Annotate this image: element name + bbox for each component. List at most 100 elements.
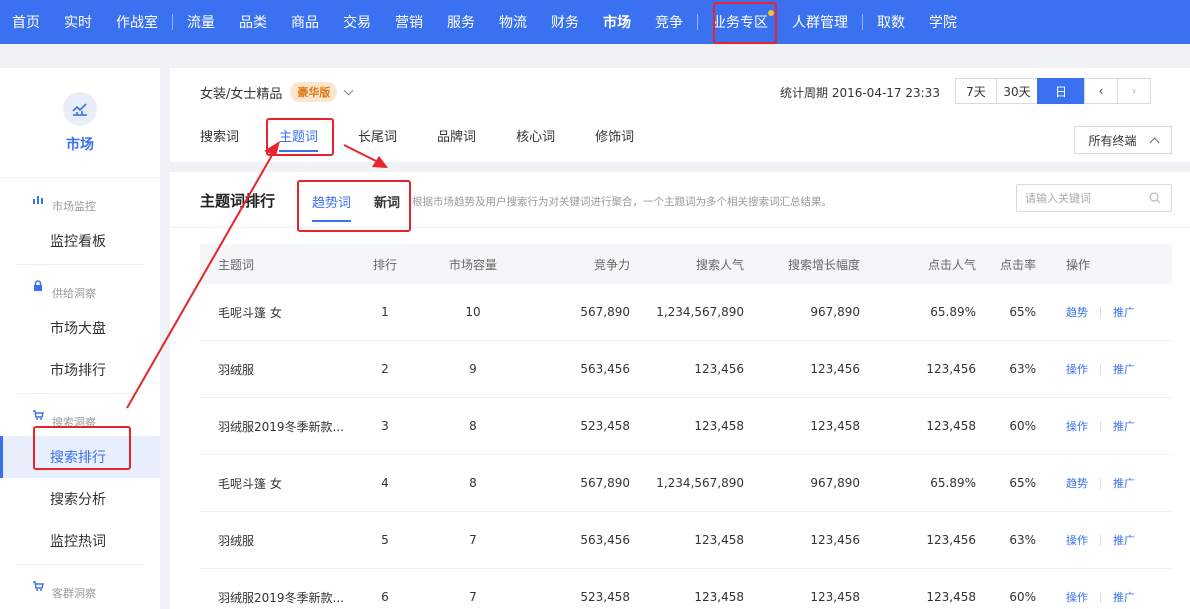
tab-search-words[interactable]: 搜索词 [200, 126, 239, 145]
nav-service[interactable]: 服务 [435, 0, 487, 44]
topic-ranking-panel: 主题词排行 趋势词 新词 根据市场趋势及用户搜索行为对关键词进行聚合，一个主题词… [170, 172, 1190, 609]
search-popularity-cell: 123,458 [694, 590, 744, 604]
col-header-rank: 排行 [372, 257, 397, 272]
competition-cell: 567,890 [580, 476, 630, 490]
competition-cell: 563,456 [580, 533, 630, 547]
period-30d-button[interactable]: 30天 [996, 78, 1038, 104]
operate-link[interactable]: 操作 [1066, 361, 1088, 377]
topic-cell: 羽绒服 [218, 362, 255, 377]
keyword-search [1016, 184, 1172, 212]
bar-chart-icon [33, 196, 43, 204]
tab-brand-words[interactable]: 品牌词 [437, 126, 476, 145]
nav-data-fetch[interactable]: 取数 [865, 0, 917, 44]
nav-academy[interactable]: 学院 [917, 0, 969, 44]
promote-link[interactable]: 推广 [1113, 589, 1135, 605]
capacity-cell: 8 [469, 419, 477, 433]
subtab-new[interactable]: 新词 [374, 192, 400, 211]
promote-link[interactable]: 推广 [1113, 304, 1135, 320]
chevron-right-icon: › [1131, 84, 1137, 98]
table-row: 羽绒服2019冬季新款... 3 8 523,458 123,458 123,4… [200, 398, 1172, 455]
period-day-button[interactable]: 日 [1037, 78, 1085, 104]
actions-cell: 操作 推广 [1066, 341, 1135, 397]
tab-core-words[interactable]: 核心词 [516, 126, 555, 145]
col-header-competition: 竞争力 [593, 257, 630, 272]
col-header-search-popularity: 搜索人气 [695, 257, 744, 272]
click-popularity-cell: 123,458 [926, 419, 976, 433]
category-selector[interactable]: 女装/女士精品 豪华版 [200, 82, 354, 102]
col-header-click-popularity: 点击人气 [927, 257, 976, 272]
operate-link[interactable]: 操作 [1066, 589, 1088, 605]
tab-topic-words[interactable]: 主题词 [279, 126, 319, 152]
nav-logistics[interactable]: 物流 [487, 0, 539, 44]
link-divider [1100, 306, 1101, 318]
click-popularity-cell: 123,456 [926, 533, 976, 547]
link-divider [1100, 534, 1101, 546]
search-popularity-cell: 1,234,567,890 [656, 305, 744, 319]
terminal-select[interactable]: 所有终端 [1074, 126, 1172, 154]
subtab-trend[interactable]: 趋势词 [312, 192, 352, 222]
ctr-cell: 65% [1009, 476, 1036, 490]
promote-link[interactable]: 推广 [1113, 475, 1135, 491]
nav-competition[interactable]: 竞争 [643, 0, 695, 44]
link-divider [1100, 591, 1101, 603]
col-header-capacity: 市场容量 [448, 257, 497, 272]
sidebar-group-label: 市场监控 [52, 200, 96, 213]
promote-link[interactable]: 推广 [1113, 532, 1135, 548]
category-label: 女装/女士精品 [200, 86, 283, 102]
nav-product[interactable]: 商品 [279, 0, 331, 44]
trend-link[interactable]: 趋势 [1066, 475, 1088, 491]
rank-cell: 2 [381, 362, 389, 376]
nav-home[interactable]: 首页 [0, 0, 52, 44]
sidebar-group-label: 供给洞察 [52, 287, 96, 300]
operate-link[interactable]: 操作 [1066, 418, 1088, 434]
competition-cell: 523,458 [580, 590, 630, 604]
nav-transaction[interactable]: 交易 [331, 0, 383, 44]
table-row: 羽绒服 2 9 563,456 123,456 123,456 123,456 … [200, 341, 1172, 398]
next-button[interactable]: › [1117, 78, 1151, 104]
tab-longtail-words[interactable]: 长尾词 [358, 126, 397, 145]
terminal-label: 所有终端 [1088, 133, 1137, 148]
capacity-cell: 7 [469, 590, 477, 604]
actions-cell: 操作 推广 [1066, 398, 1135, 454]
search-input[interactable] [1017, 191, 1141, 205]
nav-marketing[interactable]: 营销 [383, 0, 435, 44]
period-7d-button[interactable]: 7天 [955, 78, 997, 104]
promote-link[interactable]: 推广 [1113, 361, 1135, 377]
panel-title: 主题词排行 [200, 192, 276, 210]
tab-modifier-words[interactable]: 修饰词 [595, 126, 634, 145]
promote-link[interactable]: 推广 [1113, 418, 1135, 434]
nav-warroom[interactable]: 作战室 [104, 0, 170, 44]
sidebar-item-market-overview[interactable]: 市场大盘 [0, 307, 160, 349]
click-popularity-cell: 123,458 [926, 590, 976, 604]
nav-divider [862, 14, 863, 30]
trend-link[interactable]: 趋势 [1066, 304, 1088, 320]
operate-link[interactable]: 操作 [1066, 532, 1088, 548]
actions-cell: 操作 推广 [1066, 512, 1135, 568]
click-popularity-cell: 65.89% [930, 305, 976, 319]
table-row: 毛呢斗篷 女 4 8 567,890 1,234,567,890 967,890… [200, 455, 1172, 512]
nav-market[interactable]: 市场 [591, 0, 643, 44]
stat-period: 统计周期 2016-04-17 23:33 [780, 86, 940, 100]
sidebar-item-monitor-hotwords[interactable]: 监控热词 [0, 520, 160, 562]
sidebar-item-market-ranking[interactable]: 市场排行 [0, 349, 160, 391]
sidebar-item-monitor-board[interactable]: 监控看板 [0, 220, 160, 262]
nav-traffic[interactable]: 流量 [175, 0, 227, 44]
competition-cell: 563,456 [580, 362, 630, 376]
link-divider [1100, 363, 1101, 375]
actions-cell: 趋势 推广 [1066, 284, 1135, 340]
chevron-up-icon [1149, 137, 1159, 147]
nav-finance[interactable]: 财务 [539, 0, 591, 44]
table-row: 羽绒服2019冬季新款... 6 7 523,458 123,458 123,4… [200, 569, 1172, 609]
col-header-actions: 操作 [1066, 257, 1091, 272]
search-icon[interactable] [1149, 192, 1161, 204]
sidebar-item-search-ranking[interactable]: 搜索排行 [0, 436, 160, 478]
nav-business-zone[interactable]: 业务专区 [700, 0, 780, 44]
nav-realtime[interactable]: 实时 [52, 0, 104, 44]
sidebar-item-search-analysis[interactable]: 搜索分析 [0, 478, 160, 520]
nav-category[interactable]: 品类 [227, 0, 279, 44]
col-header-ctr: 点击率 [999, 257, 1036, 272]
click-popularity-cell: 65.89% [930, 476, 976, 490]
table-row: 毛呢斗篷 女 1 10 567,890 1,234,567,890 967,89… [200, 284, 1172, 341]
nav-audience[interactable]: 人群管理 [780, 0, 860, 44]
prev-button[interactable]: ‹ [1084, 78, 1118, 104]
